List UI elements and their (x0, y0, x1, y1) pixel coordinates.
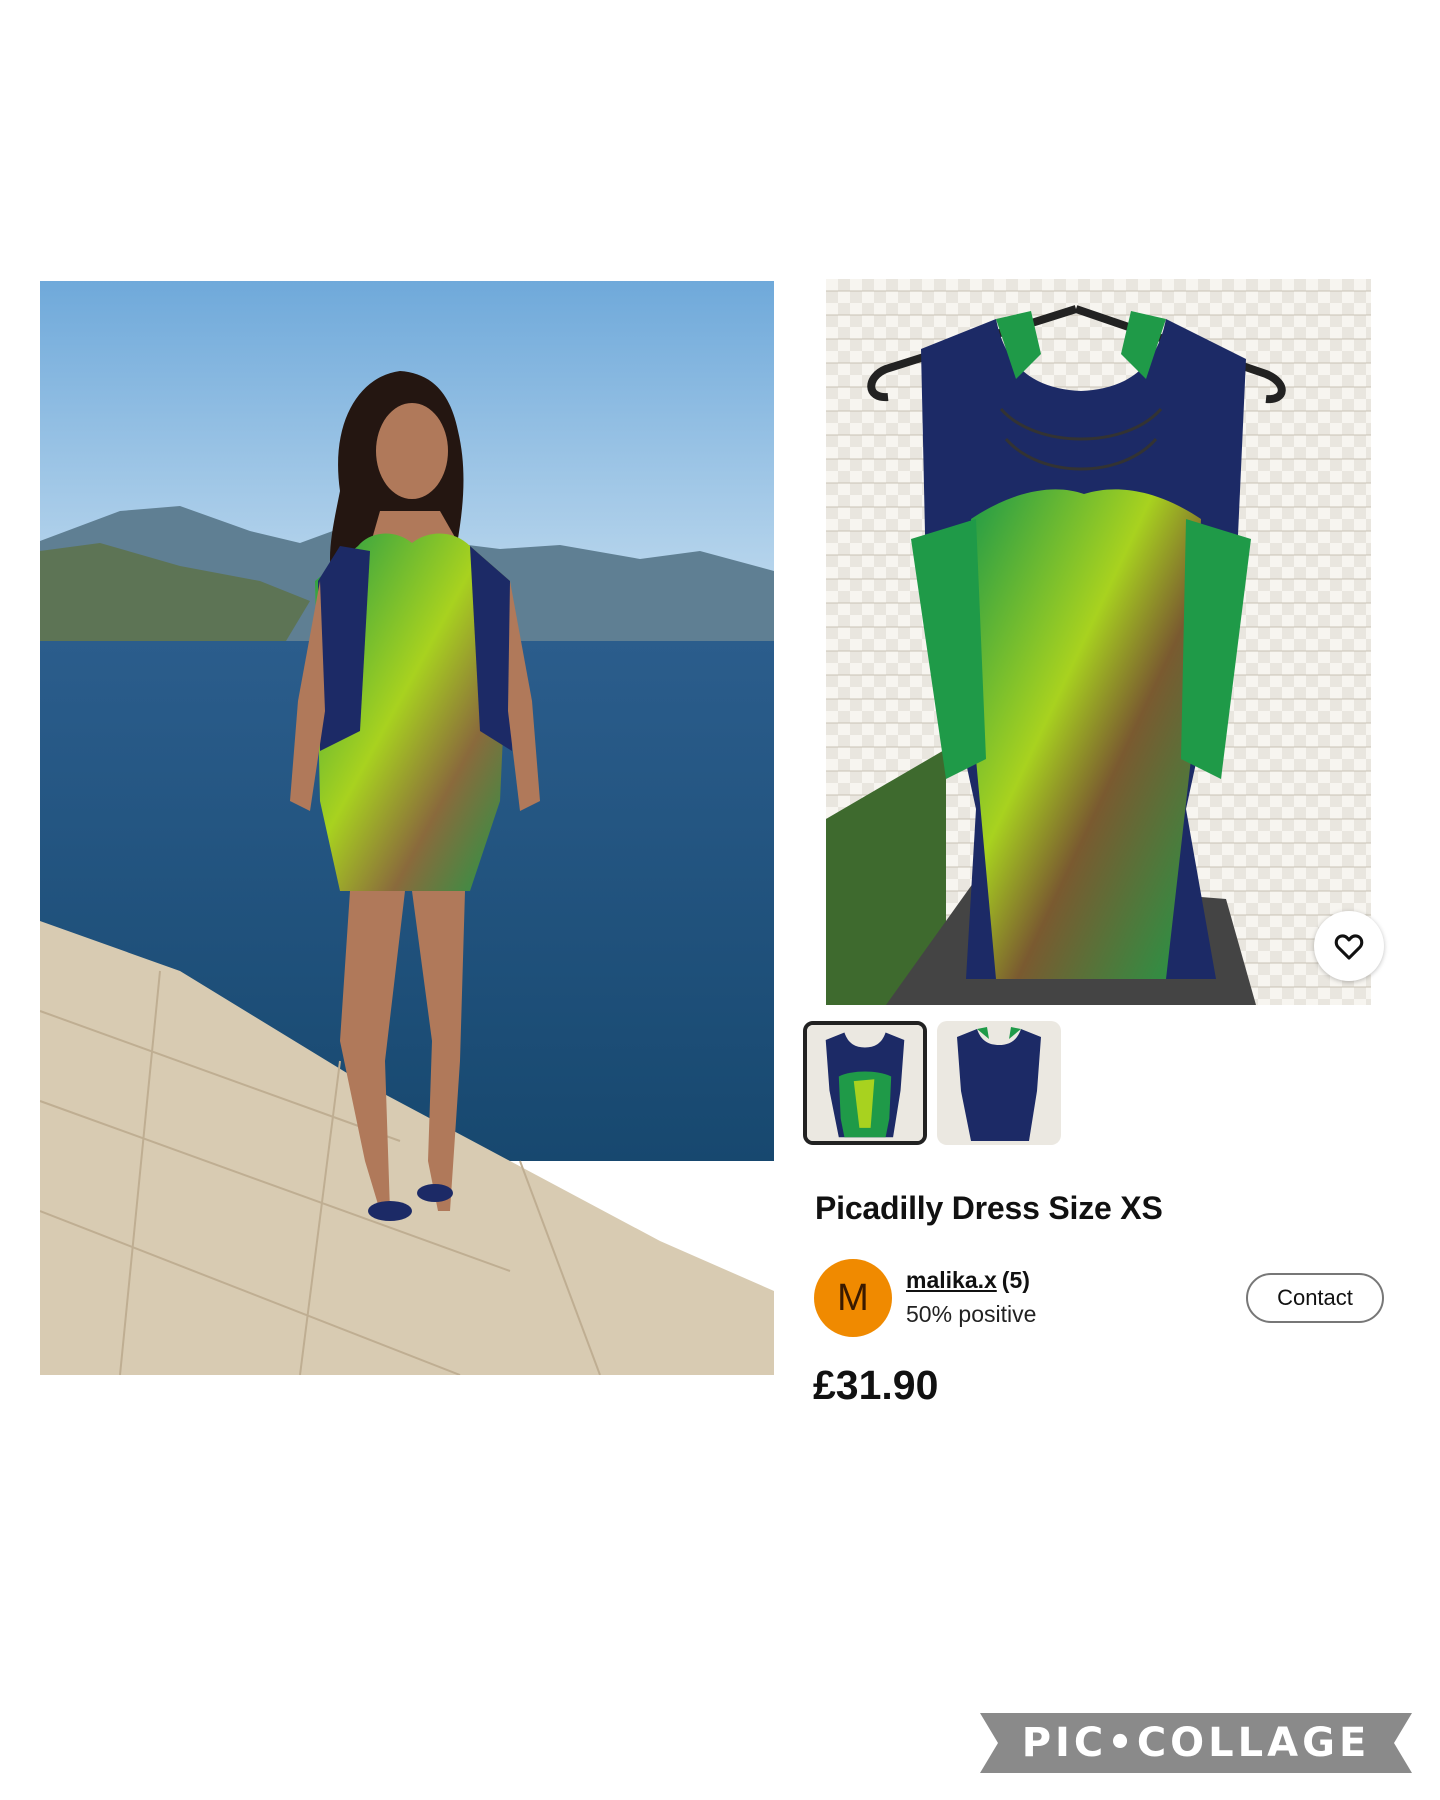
thumbnail-dress-front[interactable] (803, 1021, 927, 1145)
seller-name-link[interactable]: malika.x (906, 1267, 997, 1293)
seller-info: M malika.x (5) 50% positive Contact (814, 1259, 1384, 1337)
model-photo (40, 281, 774, 1375)
heart-icon (1334, 934, 1364, 960)
listing-price: £31.90 (813, 1362, 939, 1408)
seller-rating-count: (5) (1001, 1267, 1030, 1293)
seller-avatar[interactable]: M (814, 1259, 892, 1337)
thumbnail-dress-back[interactable] (937, 1021, 1061, 1145)
product-main-photo[interactable] (826, 279, 1371, 1005)
favorite-button[interactable] (1314, 911, 1384, 981)
seller-feedback: 50% positive (906, 1301, 1037, 1327)
contact-button[interactable]: Contact (1246, 1273, 1384, 1323)
seller-name-line: malika.x (5) (906, 1267, 1030, 1294)
watermark: PIC•COLLAGE (980, 1713, 1412, 1773)
watermark-text: PIC•COLLAGE (1021, 1720, 1371, 1766)
listing-title: Picadilly Dress Size XS (815, 1190, 1163, 1226)
